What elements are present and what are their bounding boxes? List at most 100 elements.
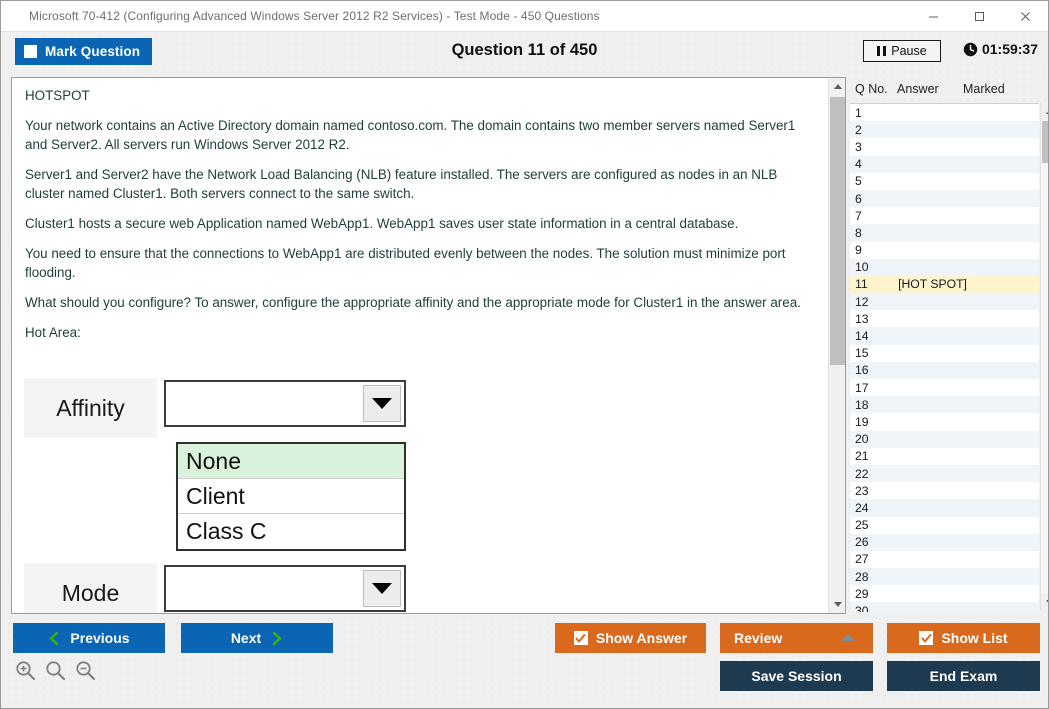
question-list-scrollbar[interactable] bbox=[1040, 103, 1048, 611]
show-list-button[interactable]: Show List bbox=[887, 623, 1040, 653]
pause-button[interactable]: Pause bbox=[863, 40, 941, 62]
question-number: 22 bbox=[855, 466, 869, 481]
question-list-row[interactable]: 28 bbox=[850, 568, 1039, 586]
mark-question-button[interactable]: Mark Question bbox=[15, 38, 153, 65]
question-number: 4 bbox=[855, 157, 862, 172]
question-number: 29 bbox=[855, 586, 869, 601]
next-label: Next bbox=[230, 630, 262, 646]
show-answer-checkbox[interactable] bbox=[573, 631, 588, 645]
question-list-row[interactable]: 4 bbox=[850, 155, 1039, 173]
question-number: 12 bbox=[855, 294, 869, 309]
save-session-label: Save Session bbox=[751, 668, 842, 684]
chevron-down-icon[interactable] bbox=[363, 570, 401, 607]
question-list-row[interactable]: 23 bbox=[850, 482, 1039, 500]
scroll-up-icon[interactable] bbox=[829, 78, 845, 95]
zoom-reset-icon[interactable] bbox=[45, 660, 66, 681]
question-number: 20 bbox=[855, 432, 869, 447]
question-list-row[interactable]: 1 bbox=[850, 104, 1039, 122]
content-scrollbar-thumb[interactable] bbox=[830, 97, 845, 365]
pause-icon bbox=[877, 46, 887, 56]
maximize-icon[interactable] bbox=[956, 1, 1002, 31]
question-list-row[interactable]: 17 bbox=[850, 379, 1039, 397]
question-number: 23 bbox=[855, 483, 869, 498]
hot-area: Affinity None Client Class C Mode bbox=[24, 378, 444, 613]
chevron-down-icon[interactable] bbox=[363, 385, 401, 422]
close-icon[interactable] bbox=[1002, 1, 1048, 31]
question-list-row[interactable]: 27 bbox=[850, 550, 1039, 569]
question-list-row[interactable]: 8 bbox=[850, 224, 1039, 242]
chevron-left-icon bbox=[48, 631, 60, 646]
question-number: 16 bbox=[855, 363, 869, 378]
minimize-icon[interactable] bbox=[910, 1, 956, 31]
question-number: 3 bbox=[855, 139, 862, 154]
question-number: 13 bbox=[855, 311, 869, 326]
question-list-row[interactable]: 5 bbox=[850, 172, 1039, 190]
question-list-row[interactable]: 19 bbox=[850, 413, 1039, 431]
show-answer-button[interactable]: Show Answer bbox=[555, 623, 706, 653]
pause-label: Pause bbox=[891, 44, 927, 58]
question-list-row[interactable]: 18 bbox=[850, 396, 1039, 414]
question-list-row[interactable]: 21 bbox=[850, 447, 1039, 465]
affinity-dropdown-options[interactable]: None Client Class C bbox=[176, 442, 406, 551]
title-bar: Microsoft 70-412 (Configuring Advanced W… bbox=[1, 1, 1048, 32]
question-list-row[interactable]: 26 bbox=[850, 533, 1039, 551]
question-text: HOTSPOT Your network contains an Active … bbox=[25, 86, 820, 353]
list-scroll-down-icon[interactable] bbox=[1041, 594, 1048, 611]
dropdown-option-class-c[interactable]: Class C bbox=[178, 514, 404, 549]
question-list-row[interactable]: 9 bbox=[850, 241, 1039, 259]
review-button[interactable]: Review bbox=[720, 623, 873, 653]
question-list-row[interactable]: 2 bbox=[850, 121, 1039, 139]
next-button[interactable]: Next bbox=[181, 623, 333, 653]
question-list-row[interactable]: 14 bbox=[850, 327, 1039, 345]
question-list-row[interactable]: 20 bbox=[850, 430, 1039, 448]
question-list-row[interactable]: 11 [HOT SPOT] bbox=[850, 275, 1039, 294]
question-list-row[interactable]: 10 bbox=[850, 258, 1039, 276]
zoom-out-icon[interactable] bbox=[75, 660, 96, 681]
chevron-up-icon[interactable] bbox=[841, 634, 855, 641]
content-scrollbar[interactable] bbox=[828, 78, 845, 613]
question-list-row[interactable]: 15 bbox=[850, 344, 1039, 362]
previous-label: Previous bbox=[70, 630, 130, 646]
affinity-dropdown[interactable] bbox=[164, 380, 406, 427]
question-list-row[interactable]: 13 bbox=[850, 310, 1039, 328]
scroll-down-icon[interactable] bbox=[829, 596, 845, 613]
show-list-label: Show List bbox=[941, 630, 1008, 646]
previous-button[interactable]: Previous bbox=[13, 623, 165, 653]
question-number: 7 bbox=[855, 208, 862, 223]
timer: 01:59:37 bbox=[963, 41, 1038, 57]
dropdown-option-none[interactable]: None bbox=[178, 444, 404, 479]
end-exam-button[interactable]: End Exam bbox=[887, 661, 1040, 691]
question-number: 27 bbox=[855, 552, 869, 567]
mode-dropdown[interactable] bbox=[164, 565, 406, 612]
dropdown-option-client[interactable]: Client bbox=[178, 479, 404, 514]
question-list-row[interactable]: 29 bbox=[850, 585, 1039, 603]
question-list-scrollbar-thumb[interactable] bbox=[1042, 121, 1048, 163]
question-number: 5 bbox=[855, 174, 862, 189]
mark-question-checkbox[interactable] bbox=[24, 45, 37, 58]
chevron-right-icon bbox=[271, 631, 283, 646]
question-list-body[interactable]: 1 2 3 4 5 6 7 8 9 10 11 [HOT SPOT] 12 13 14 15 16 17 18 19 2… bbox=[850, 103, 1039, 612]
question-list-row[interactable]: 24 bbox=[850, 499, 1039, 517]
question-number: 11 bbox=[855, 277, 868, 292]
question-list-row[interactable]: 6 bbox=[850, 189, 1039, 208]
hot-area-label: Hot Area: bbox=[25, 325, 81, 340]
show-list-checkbox[interactable] bbox=[919, 631, 934, 645]
timer-value: 01:59:37 bbox=[981, 41, 1038, 57]
hotspot-row-mode: Mode bbox=[24, 563, 444, 613]
question-list-row[interactable]: 30 bbox=[850, 602, 1039, 612]
question-list-row[interactable]: 25 bbox=[850, 516, 1039, 534]
question-number: 17 bbox=[855, 380, 869, 395]
question-number: 14 bbox=[855, 329, 869, 344]
question-number: 25 bbox=[855, 518, 869, 533]
list-scroll-up-icon[interactable] bbox=[1041, 103, 1048, 120]
question-list-row[interactable]: 3 bbox=[850, 138, 1039, 156]
question-list-row[interactable]: 12 bbox=[850, 293, 1039, 311]
question-number: 6 bbox=[855, 191, 862, 206]
save-session-button[interactable]: Save Session bbox=[720, 661, 873, 691]
question-list-row[interactable]: 16 bbox=[850, 361, 1039, 379]
review-label: Review bbox=[734, 630, 783, 646]
question-list-row[interactable]: 22 bbox=[850, 464, 1039, 483]
column-header-marked: Marked bbox=[963, 82, 1005, 96]
zoom-in-icon[interactable] bbox=[15, 660, 36, 681]
question-list-row[interactable]: 7 bbox=[850, 207, 1039, 225]
